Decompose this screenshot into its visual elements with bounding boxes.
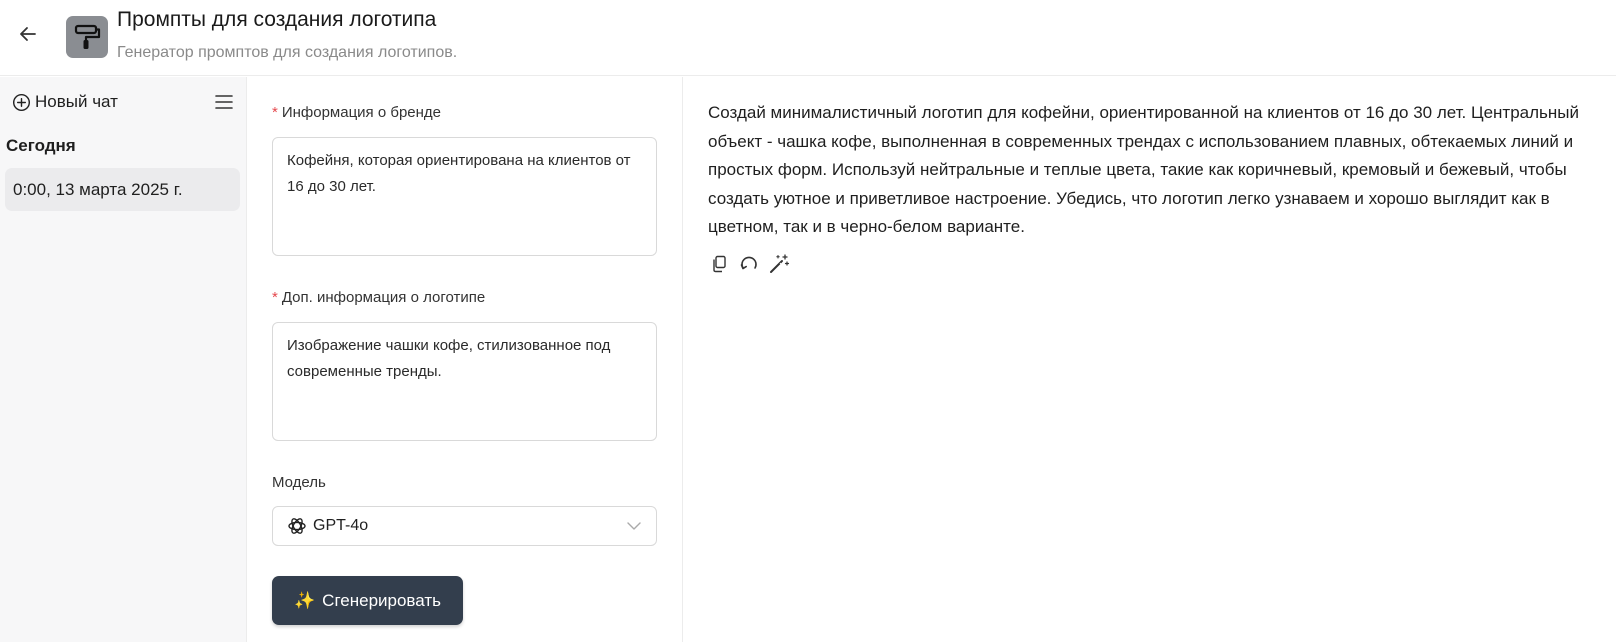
sparkles-icon: ✨ xyxy=(294,590,316,610)
generate-button-label: Сгенерировать xyxy=(322,590,441,610)
section-heading-today: Сегодня xyxy=(6,136,76,155)
chevron-down-icon xyxy=(627,522,641,530)
model-label: Модель xyxy=(272,474,326,491)
generated-prompt-text: Создай минималистичный логотип для кофей… xyxy=(708,103,1579,236)
new-chat-button[interactable]: Новый чат xyxy=(12,89,118,115)
result-actions xyxy=(708,253,790,275)
model-select[interactable]: GPT-4o xyxy=(272,506,657,546)
plus-circle-icon xyxy=(12,93,31,111)
page-subtitle: Генератор промптов для создания логотипо… xyxy=(117,44,458,61)
brand-info-label: * Информация о бренде xyxy=(272,104,442,121)
copy-button[interactable] xyxy=(708,253,730,275)
paint-roller-icon xyxy=(74,24,101,49)
copy-icon xyxy=(713,255,726,273)
result-panel: Создай минималистичный логотип для кофей… xyxy=(684,77,1616,642)
model-select-value: GPT-4o xyxy=(313,517,369,534)
regenerate-button[interactable] xyxy=(738,253,760,275)
hamburger-icon xyxy=(215,95,233,109)
app-logo xyxy=(66,16,108,58)
refresh-icon xyxy=(740,256,757,270)
prompt-form: * Информация о бренде Кофейня, которая ор… xyxy=(248,77,683,642)
arrow-left-icon xyxy=(20,27,36,41)
chat-history-item[interactable]: 0:00, 13 марта 2025 г. xyxy=(5,168,240,211)
page-title: Промпты для создания логотипа xyxy=(117,8,437,31)
back-button[interactable] xyxy=(14,20,42,48)
generate-button[interactable]: ✨ Сгенерировать xyxy=(272,576,463,625)
new-chat-label: Новый чат xyxy=(35,92,118,111)
magic-wand-icon xyxy=(770,254,790,273)
logo-info-label: * Доп. информация о логотипе xyxy=(272,289,486,306)
app-header: Промпты для создания логотипа Генератор … xyxy=(0,0,1616,76)
sidebar-menu-button[interactable] xyxy=(212,90,236,114)
required-marker: * xyxy=(272,289,278,306)
sidebar: Новый чат Сегодня 0:00, 13 марта 2025 г. xyxy=(0,77,247,642)
logo-info-textarea[interactable]: Изображение чашки кофе, стилизованное по… xyxy=(272,322,657,441)
magic-improve-button[interactable] xyxy=(768,253,790,275)
openai-logo-icon xyxy=(288,518,306,534)
brand-info-textarea[interactable]: Кофейня, которая ориентирована на клиент… xyxy=(272,137,657,256)
required-marker: * xyxy=(272,104,278,121)
